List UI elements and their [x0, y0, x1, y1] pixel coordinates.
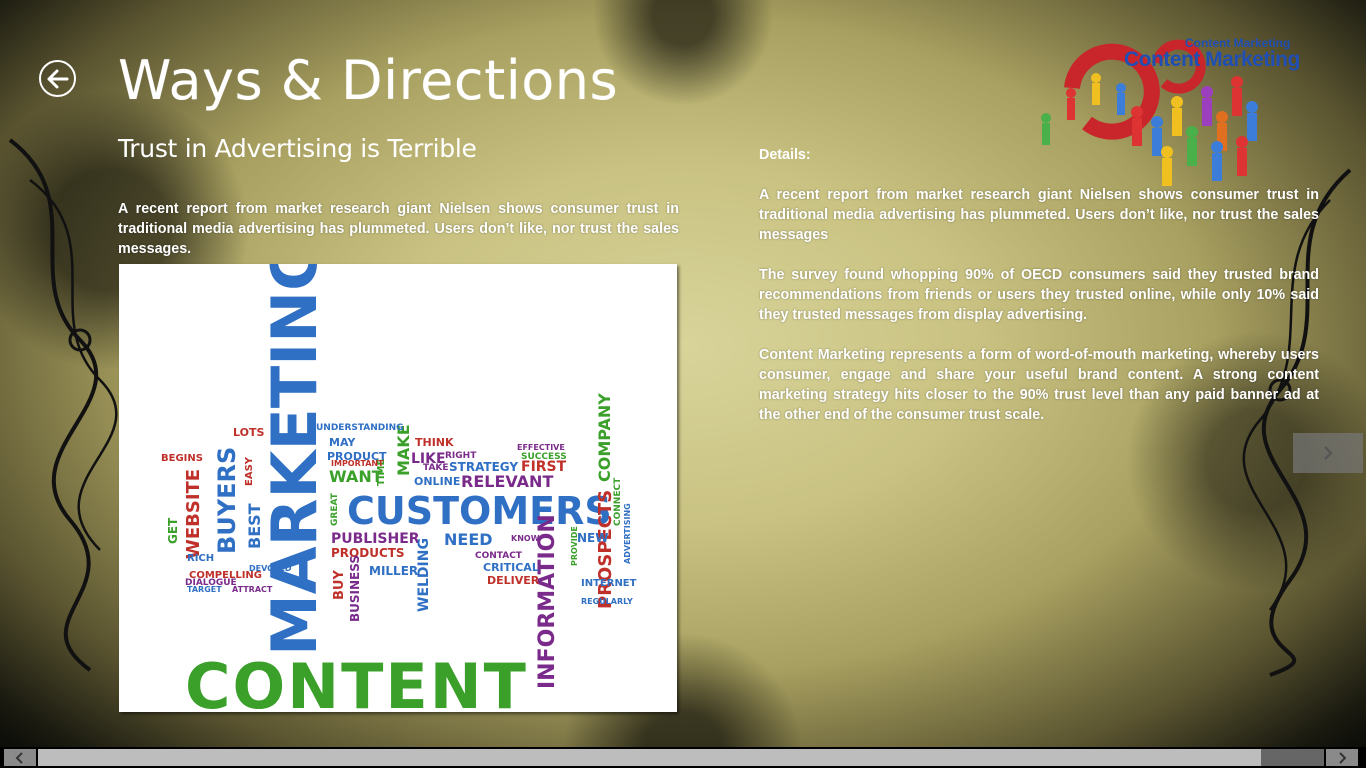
chevron-right-icon [1324, 446, 1333, 460]
scroll-right-icon [1339, 751, 1347, 764]
word-cloud-word: NEED [444, 530, 493, 549]
word-cloud-word: GREAT [330, 493, 340, 526]
word-cloud-word: BUSINESS [348, 555, 362, 622]
scroll-left-icon [15, 751, 23, 764]
word-cloud-word: TAKE [423, 463, 449, 473]
word-cloud-image: CONTENT MARKETING CUSTOMERS INFORMATION … [119, 264, 677, 712]
word-cloud-word: BUY [332, 570, 347, 600]
word-cloud-word: GET [166, 517, 180, 544]
word-cloud-word: CONTACT [475, 551, 522, 561]
word-cloud-word: WANT [329, 467, 383, 486]
word-cloud-word: WELDING [416, 538, 432, 612]
word-cloud-word: REGULARLY [581, 597, 633, 606]
word-cloud-word: WEBSITE [183, 468, 204, 559]
horizontal-scrollbar[interactable] [0, 747, 1366, 768]
word-cloud-word: RELEVANT [461, 472, 554, 491]
word-cloud-word: EFFECTIVE [517, 443, 565, 452]
word-cloud-word: LOTS [233, 426, 265, 439]
word-cloud-word: COMPANY [595, 393, 614, 482]
swirl-decoration-left [8, 138, 118, 672]
word-cloud-word: CUSTOMERS [347, 489, 612, 533]
word-cloud-word: STRATEGY [449, 460, 519, 474]
article-subtitle: Trust in Advertising is Terrible [118, 134, 477, 163]
word-cloud-word: IMPORTANT [331, 459, 384, 468]
word-cloud-word: KNOW [511, 534, 540, 543]
word-cloud-word: PRODUCTS [331, 546, 405, 560]
scroll-left-button[interactable] [4, 749, 36, 766]
word-cloud-word: MAY [329, 436, 356, 449]
word-cloud-word: UNDERSTANDING [316, 423, 404, 433]
word-cloud-word: EASY [244, 456, 255, 486]
logo-wordmark: Content Marketing [1124, 48, 1300, 71]
scrollbar-thumb[interactable] [38, 749, 1261, 766]
scroll-right-button[interactable] [1326, 749, 1358, 766]
word-cloud-word: MILLER [369, 564, 419, 578]
word-cloud-word: INTERNET [581, 578, 637, 589]
page-title: Ways & Directions [118, 49, 619, 112]
word-cloud-word: DELIVER [487, 574, 540, 587]
word-cloud-word: CRITICAL [483, 561, 539, 574]
details-paragraph: The survey found whopping 90% of OECD co… [759, 267, 1319, 323]
word-cloud-word: ATTRACT [232, 585, 273, 594]
article-intro: A recent report from market research gia… [118, 201, 679, 258]
arrow-left-icon [47, 69, 68, 88]
word-cloud-word: TARGET [187, 585, 222, 594]
word-cloud-word: THINK [415, 436, 454, 449]
word-cloud-word: CONTENT [185, 650, 528, 713]
word-cloud-word: ONLINE [414, 475, 461, 488]
word-cloud-word: BEST [245, 503, 264, 549]
word-cloud-word: CONNECT [613, 477, 623, 526]
next-page-button[interactable] [1293, 433, 1363, 473]
details-panel: Details: A recent report from market res… [759, 145, 1319, 445]
word-cloud-word: RIGHT [445, 451, 477, 461]
word-cloud-word: BUYERS [213, 446, 241, 554]
word-cloud-word: PUBLISHER [331, 531, 420, 547]
word-cloud-word: FIRST [521, 459, 567, 475]
word-cloud-word: BEGINS [161, 453, 203, 464]
word-cloud-word: MARKETING [258, 264, 331, 656]
back-button[interactable] [39, 60, 76, 97]
word-cloud-word: SUCCESS [521, 452, 567, 462]
word-cloud-word: PROVIDE [570, 526, 579, 566]
details-paragraph: A recent report from market research gia… [759, 187, 1319, 243]
word-cloud-word: NEW [577, 531, 609, 545]
details-label: Details: [759, 147, 811, 163]
word-cloud-word: INFORMATION [535, 514, 560, 689]
word-cloud-word: DEVOTED [249, 564, 292, 573]
word-cloud-word: ADVERTISING [623, 503, 632, 564]
details-paragraph: Content Marketing represents a form of w… [759, 347, 1319, 423]
word-cloud-word: RICH [187, 553, 215, 564]
